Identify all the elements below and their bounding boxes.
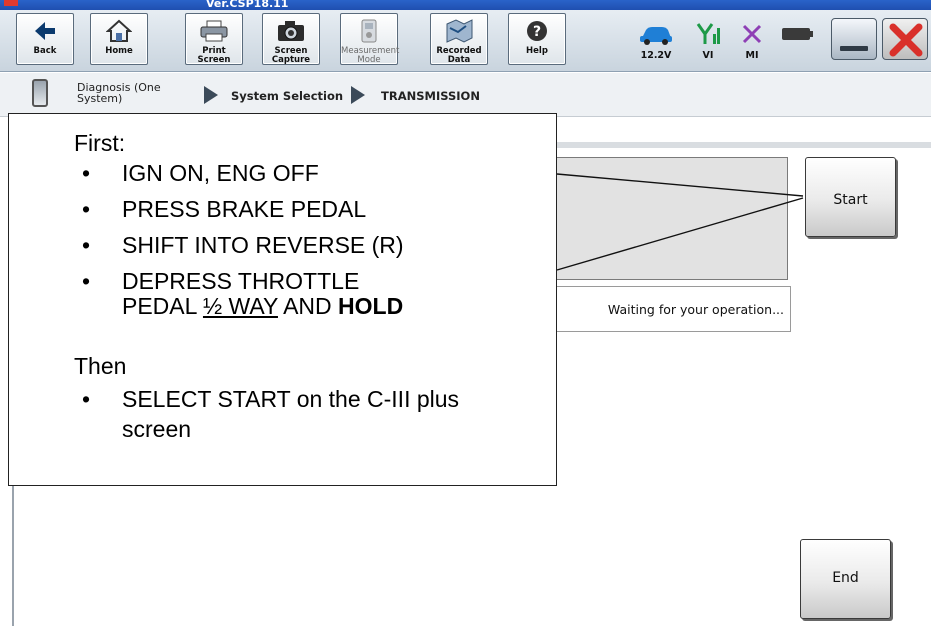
throttle-mid: AND xyxy=(277,293,339,319)
help-icon: ? xyxy=(509,17,565,45)
vi-status: VI xyxy=(690,10,726,72)
home-icon xyxy=(91,17,147,45)
throttle-line1: DEPRESS THROTTLE xyxy=(122,268,360,294)
print-screen-label: Print Screen xyxy=(197,46,231,65)
signal-icon xyxy=(696,23,720,44)
measurement-mode-button[interactable]: Measurement Mode xyxy=(340,13,400,65)
callout-step: SHIFT INTO REVERSE (R) xyxy=(74,233,544,259)
help-button-label: Help xyxy=(526,46,548,56)
print-screen-button[interactable]: Print Screen xyxy=(185,13,243,65)
breadcrumb-diagnosis-one-system[interactable]: Diagnosis (One System) xyxy=(77,82,187,104)
end-button[interactable]: End xyxy=(800,539,891,619)
close-button[interactable] xyxy=(882,18,928,60)
start-button[interactable]: Start xyxy=(805,157,896,237)
content-header-stripe xyxy=(556,142,931,148)
breadcrumb-system-selection[interactable]: System Selection xyxy=(231,89,343,103)
screen-capture-button[interactable]: Screen Capture xyxy=(262,13,320,65)
callout-steps-list: IGN ON, ENG OFF PRESS BRAKE PEDAL SHIFT … xyxy=(74,161,544,330)
breadcrumb-arrow-icon xyxy=(204,86,218,104)
throttle-hold: HOLD xyxy=(338,293,404,319)
camera-icon xyxy=(263,17,319,45)
help-button[interactable]: ? Help xyxy=(508,13,566,65)
version-label: Ver.CSP18.11 xyxy=(206,0,289,10)
printer-icon xyxy=(186,17,242,45)
battery-voltage-status: 12.2V xyxy=(630,10,682,72)
throttle-half-way: ½ WAY xyxy=(202,293,278,319)
back-arrow-icon xyxy=(17,17,73,45)
callout-step: PRESS BRAKE PEDAL xyxy=(74,197,544,223)
home-button[interactable]: Home xyxy=(90,13,148,65)
car-icon xyxy=(640,27,672,45)
recorded-data-label: Recorded Data xyxy=(436,46,482,65)
callout-first-label: First: xyxy=(74,130,126,156)
measurement-mode-label: Measurement Mode xyxy=(341,46,400,65)
callout-final-step: SELECT START on the C-III plus screen xyxy=(74,384,514,444)
throttle-pre: PEDAL xyxy=(122,293,203,319)
mi-label: MI xyxy=(745,50,759,61)
back-button[interactable]: Back xyxy=(16,13,74,65)
status-message: Waiting for your operation... xyxy=(607,302,784,317)
recorded-data-icon xyxy=(431,17,487,45)
diagnosis-device-icon xyxy=(32,79,48,107)
breadcrumb-transmission: TRANSMISSION xyxy=(381,89,480,103)
callout-then-label: Then xyxy=(74,353,127,379)
minimize-icon xyxy=(840,46,868,51)
home-button-label: Home xyxy=(105,46,133,56)
app-logo xyxy=(4,0,18,6)
mi-status: MI xyxy=(734,10,770,72)
status-message-box: Waiting for your operation... xyxy=(556,286,791,332)
svg-text:?: ? xyxy=(533,24,541,40)
start-button-label: Start xyxy=(833,192,868,208)
battery-status xyxy=(780,10,816,72)
mi-x-icon xyxy=(742,24,762,44)
title-bar: Ver.CSP18.11 xyxy=(0,0,931,10)
work-support-panel xyxy=(556,157,788,280)
toolbar: Back Home Print Screen Screen Capture Me… xyxy=(0,10,931,72)
breadcrumb: Diagnosis (One System) System Selection … xyxy=(0,73,931,117)
voltage-value: 12.2V xyxy=(640,50,672,61)
callout-step-throttle: DEPRESS THROTTLEPEDAL ½ WAY AND HOLD xyxy=(74,269,544,319)
minimize-button[interactable] xyxy=(831,18,877,60)
callout-final-list: SELECT START on the C-III plus screen xyxy=(74,384,544,444)
back-button-label: Back xyxy=(33,46,57,56)
end-button-label: End xyxy=(832,570,859,586)
instruction-callout: First: IGN ON, ENG OFF PRESS BRAKE PEDAL… xyxy=(8,113,557,486)
breadcrumb-arrow-icon xyxy=(351,86,365,104)
vi-label: VI xyxy=(702,50,714,61)
recorded-data-button[interactable]: Recorded Data xyxy=(430,13,488,65)
measurement-icon xyxy=(341,17,397,45)
close-icon xyxy=(889,23,923,57)
battery-icon xyxy=(782,28,813,40)
screen-capture-label: Screen Capture xyxy=(271,46,311,65)
callout-step: IGN ON, ENG OFF xyxy=(74,161,544,187)
